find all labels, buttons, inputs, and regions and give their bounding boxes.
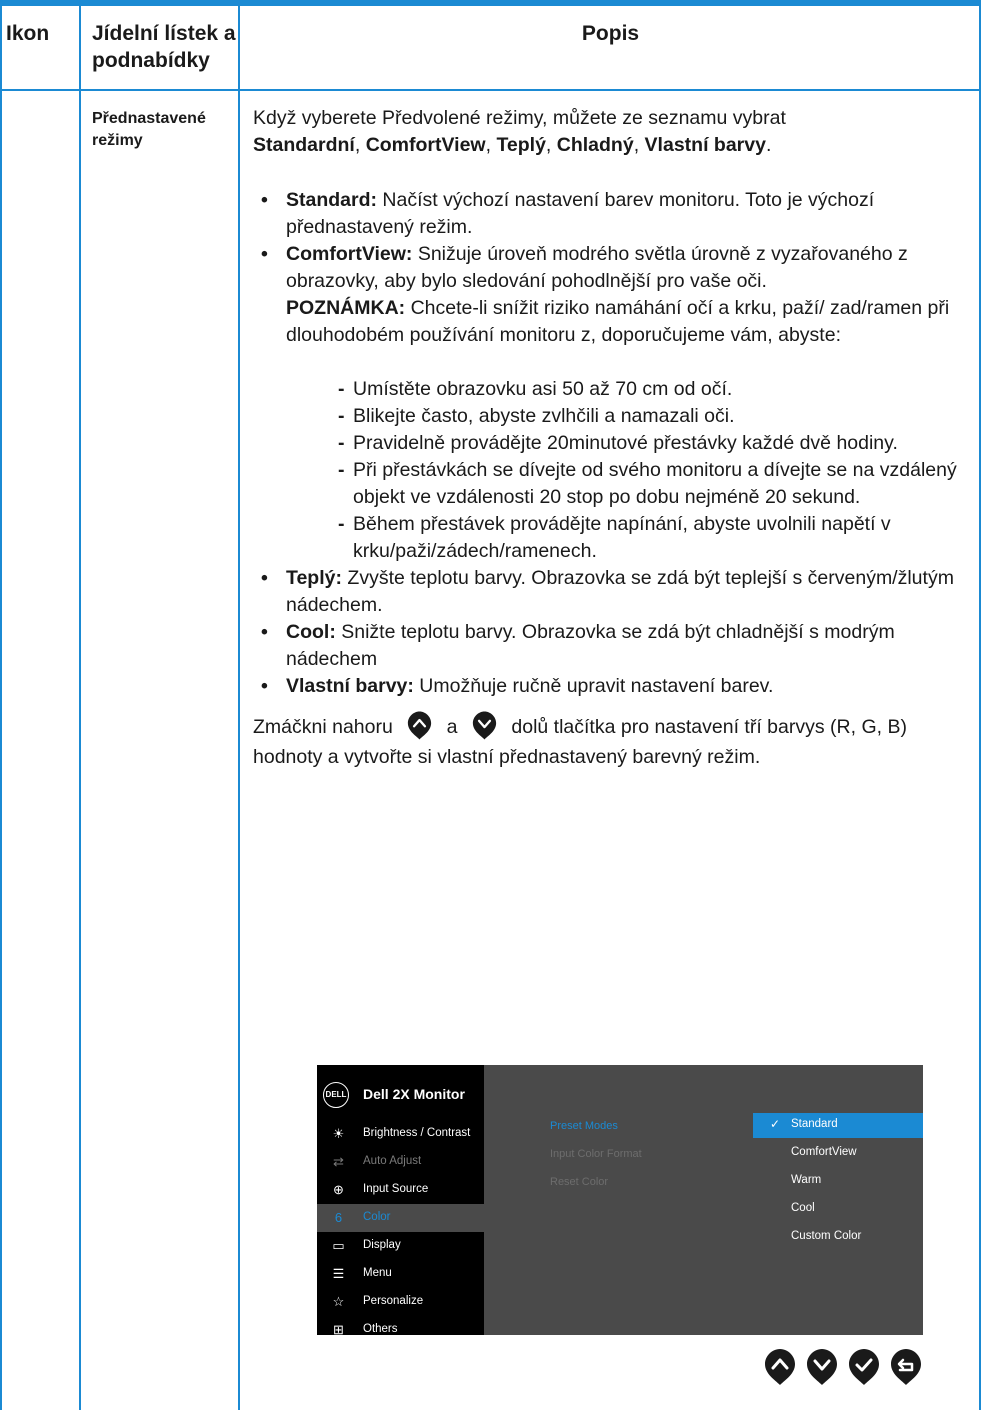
bullet-term: Cool:: [286, 621, 336, 643]
osd-main-menu-panel: DELL Dell 2X Monitor ☀ Brightness / Cont…: [317, 1065, 484, 1337]
tip-item: Během přestávek provádějte napínání, aby…: [338, 511, 978, 565]
bullet-custom: Vlastní barvy: Umožňuje ručně upravit na…: [253, 673, 978, 700]
bullet-term: Teplý:: [286, 567, 342, 589]
down-arrow-icon: [472, 711, 497, 740]
input-source-icon: ⊕: [333, 1182, 344, 1197]
header-icon-column: Ikon: [6, 22, 50, 45]
osd-menu-label: Others: [363, 1323, 398, 1335]
bullet-term: Vlastní barvy:: [286, 675, 414, 697]
osd-menu-label: Brightness / Contrast: [363, 1127, 471, 1139]
custom-text-a: Zmáčkni nahoru: [253, 716, 393, 738]
header-menu-column: Jídelní lístek a podnabídky: [92, 22, 236, 72]
description-cell: Když vyberete Předvolené režimy, můžete …: [253, 105, 978, 772]
back-icon[interactable]: [889, 1347, 923, 1387]
osd-option-label: Standard: [791, 1118, 838, 1130]
dell-logo: DELL: [323, 1082, 349, 1108]
mode-name: Chladný: [556, 134, 634, 156]
note-term: POZNÁMKA:: [286, 297, 406, 319]
table-divider-icon-col: [79, 6, 81, 1410]
osd-menu-label: Input Source: [363, 1183, 429, 1195]
osd-submenu-reset-color[interactable]: Reset Color: [550, 1176, 608, 1188]
osd-menu-brightness-contrast[interactable]: ☀ Brightness / Contrast: [317, 1120, 484, 1148]
osd-menu-color[interactable]: 6 Color: [317, 1204, 484, 1232]
bullet-term: Standard:: [286, 189, 378, 211]
down-arrow-icon[interactable]: [805, 1347, 839, 1387]
check-icon[interactable]: [847, 1347, 881, 1387]
color-icon: 6: [334, 1210, 343, 1225]
up-arrow-icon: [408, 711, 432, 740]
header-description-column: Popis: [581, 22, 640, 45]
osd-menu-input-source[interactable]: ⊕ Input Source: [317, 1176, 484, 1204]
bullet-warm: Teplý: Zvyšte teplotu barvy. Obrazovka s…: [253, 565, 978, 619]
top-accent-bar: [0, 0, 981, 6]
modes-list: Standard: Načíst výchozí nastavení barev…: [253, 187, 978, 700]
osd-menu-label: Auto Adjust: [363, 1155, 422, 1167]
separator: ,: [633, 134, 645, 156]
table-header-divider: [0, 89, 981, 91]
osd-title: Dell 2X Monitor: [363, 1086, 465, 1102]
tips-list: Umístěte obrazovku asi 50 až 70 cm od oč…: [286, 376, 978, 565]
custom-text-b: a: [446, 716, 458, 738]
mode-name: Vlastní barvy: [644, 134, 766, 156]
others-icon: ⊞: [333, 1322, 344, 1337]
osd-screenshot: DELL Dell 2X Monitor ☀ Brightness / Cont…: [317, 1065, 923, 1337]
table-border-left: [0, 6, 2, 1410]
bullet-cool: Cool: Snižte teplotu barvy. Obrazovka se…: [253, 619, 978, 673]
period: .: [765, 134, 772, 156]
separator: ,: [354, 134, 366, 156]
osd-option-label: Custom Color: [791, 1230, 862, 1242]
osd-submenu-input-color-format[interactable]: Input Color Format: [550, 1148, 642, 1160]
bullet-text: Snižte teplotu barvy. Obrazovka se zdá b…: [286, 621, 895, 670]
brightness-icon: ☀: [332, 1126, 345, 1141]
custom-color-paragraph: Zmáčkni nahoru a dolů tlačítka pro nasta…: [253, 710, 978, 772]
osd-menu-label: Display: [363, 1239, 401, 1251]
osd-option-label: Warm: [791, 1174, 822, 1186]
osd-menu-auto-adjust[interactable]: ⇄ Auto Adjust: [317, 1148, 484, 1176]
mode-name: Standardní: [253, 134, 355, 156]
tip-item: Blikejte často, abyste zvlhčili a namaza…: [338, 403, 978, 430]
bullet-standard: Standard: Načíst výchozí nastavení barev…: [253, 187, 978, 241]
osd-option-comfortview[interactable]: ComfortView: [753, 1141, 923, 1166]
osd-menu-personalize[interactable]: ☆ Personalize: [317, 1288, 484, 1316]
osd-menu-menu[interactable]: ☰ Menu: [317, 1260, 484, 1288]
osd-menu-others[interactable]: ⊞ Others: [317, 1316, 484, 1337]
bullet-comfortview: ComfortView: Snižuje úroveň modrého svět…: [253, 241, 978, 565]
mode-name: Teplý: [496, 134, 546, 156]
auto-adjust-icon: ⇄: [333, 1154, 344, 1169]
osd-menu-display[interactable]: ▭ Display: [317, 1232, 484, 1260]
intro-text: Když vyberete Předvolené režimy, můžete …: [253, 107, 786, 129]
mode-name: ComfortView: [365, 134, 486, 156]
tip-item: Při přestávkách se dívejte od svého moni…: [338, 457, 978, 511]
osd-option-cool[interactable]: Cool: [753, 1197, 923, 1222]
osd-option-standard[interactable]: ✓ Standard: [753, 1113, 923, 1138]
bullet-text: Umožňuje ručně upravit nastavení barev.: [413, 675, 774, 697]
osd-option-warm[interactable]: Warm: [753, 1169, 923, 1194]
osd-option-custom-color[interactable]: Custom Color: [753, 1225, 923, 1250]
menu-icon: ☰: [332, 1266, 345, 1281]
submenu-preset-modes: Přednastavené režimy: [92, 110, 206, 149]
tip-item: Umístěte obrazovku asi 50 až 70 cm od oč…: [338, 376, 978, 403]
osd-submenu-preset-modes[interactable]: Preset Modes: [550, 1120, 618, 1132]
check-icon: ✓: [770, 1117, 781, 1131]
osd-menu-label: Color: [363, 1211, 391, 1223]
osd-menu-label: Personalize: [363, 1295, 424, 1307]
tip-item: Pravidelně provádějte 20minutové přestáv…: [338, 430, 978, 457]
separator: ,: [545, 134, 557, 156]
separator: ,: [485, 134, 497, 156]
osd-option-label: Cool: [791, 1202, 815, 1214]
bullet-text: Zvyšte teplotu barvy. Obrazovka se zdá b…: [286, 567, 954, 616]
osd-menu-label: Menu: [363, 1267, 392, 1279]
bullet-term: ComfortView:: [286, 243, 413, 265]
star-icon: ☆: [332, 1294, 345, 1309]
up-arrow-icon[interactable]: [763, 1347, 797, 1387]
intro-paragraph: Když vyberete Předvolené režimy, můžete …: [253, 105, 978, 159]
osd-option-label: ComfortView: [791, 1146, 857, 1158]
table-divider-menu-col: [238, 6, 240, 1410]
display-icon: ▭: [332, 1238, 345, 1253]
